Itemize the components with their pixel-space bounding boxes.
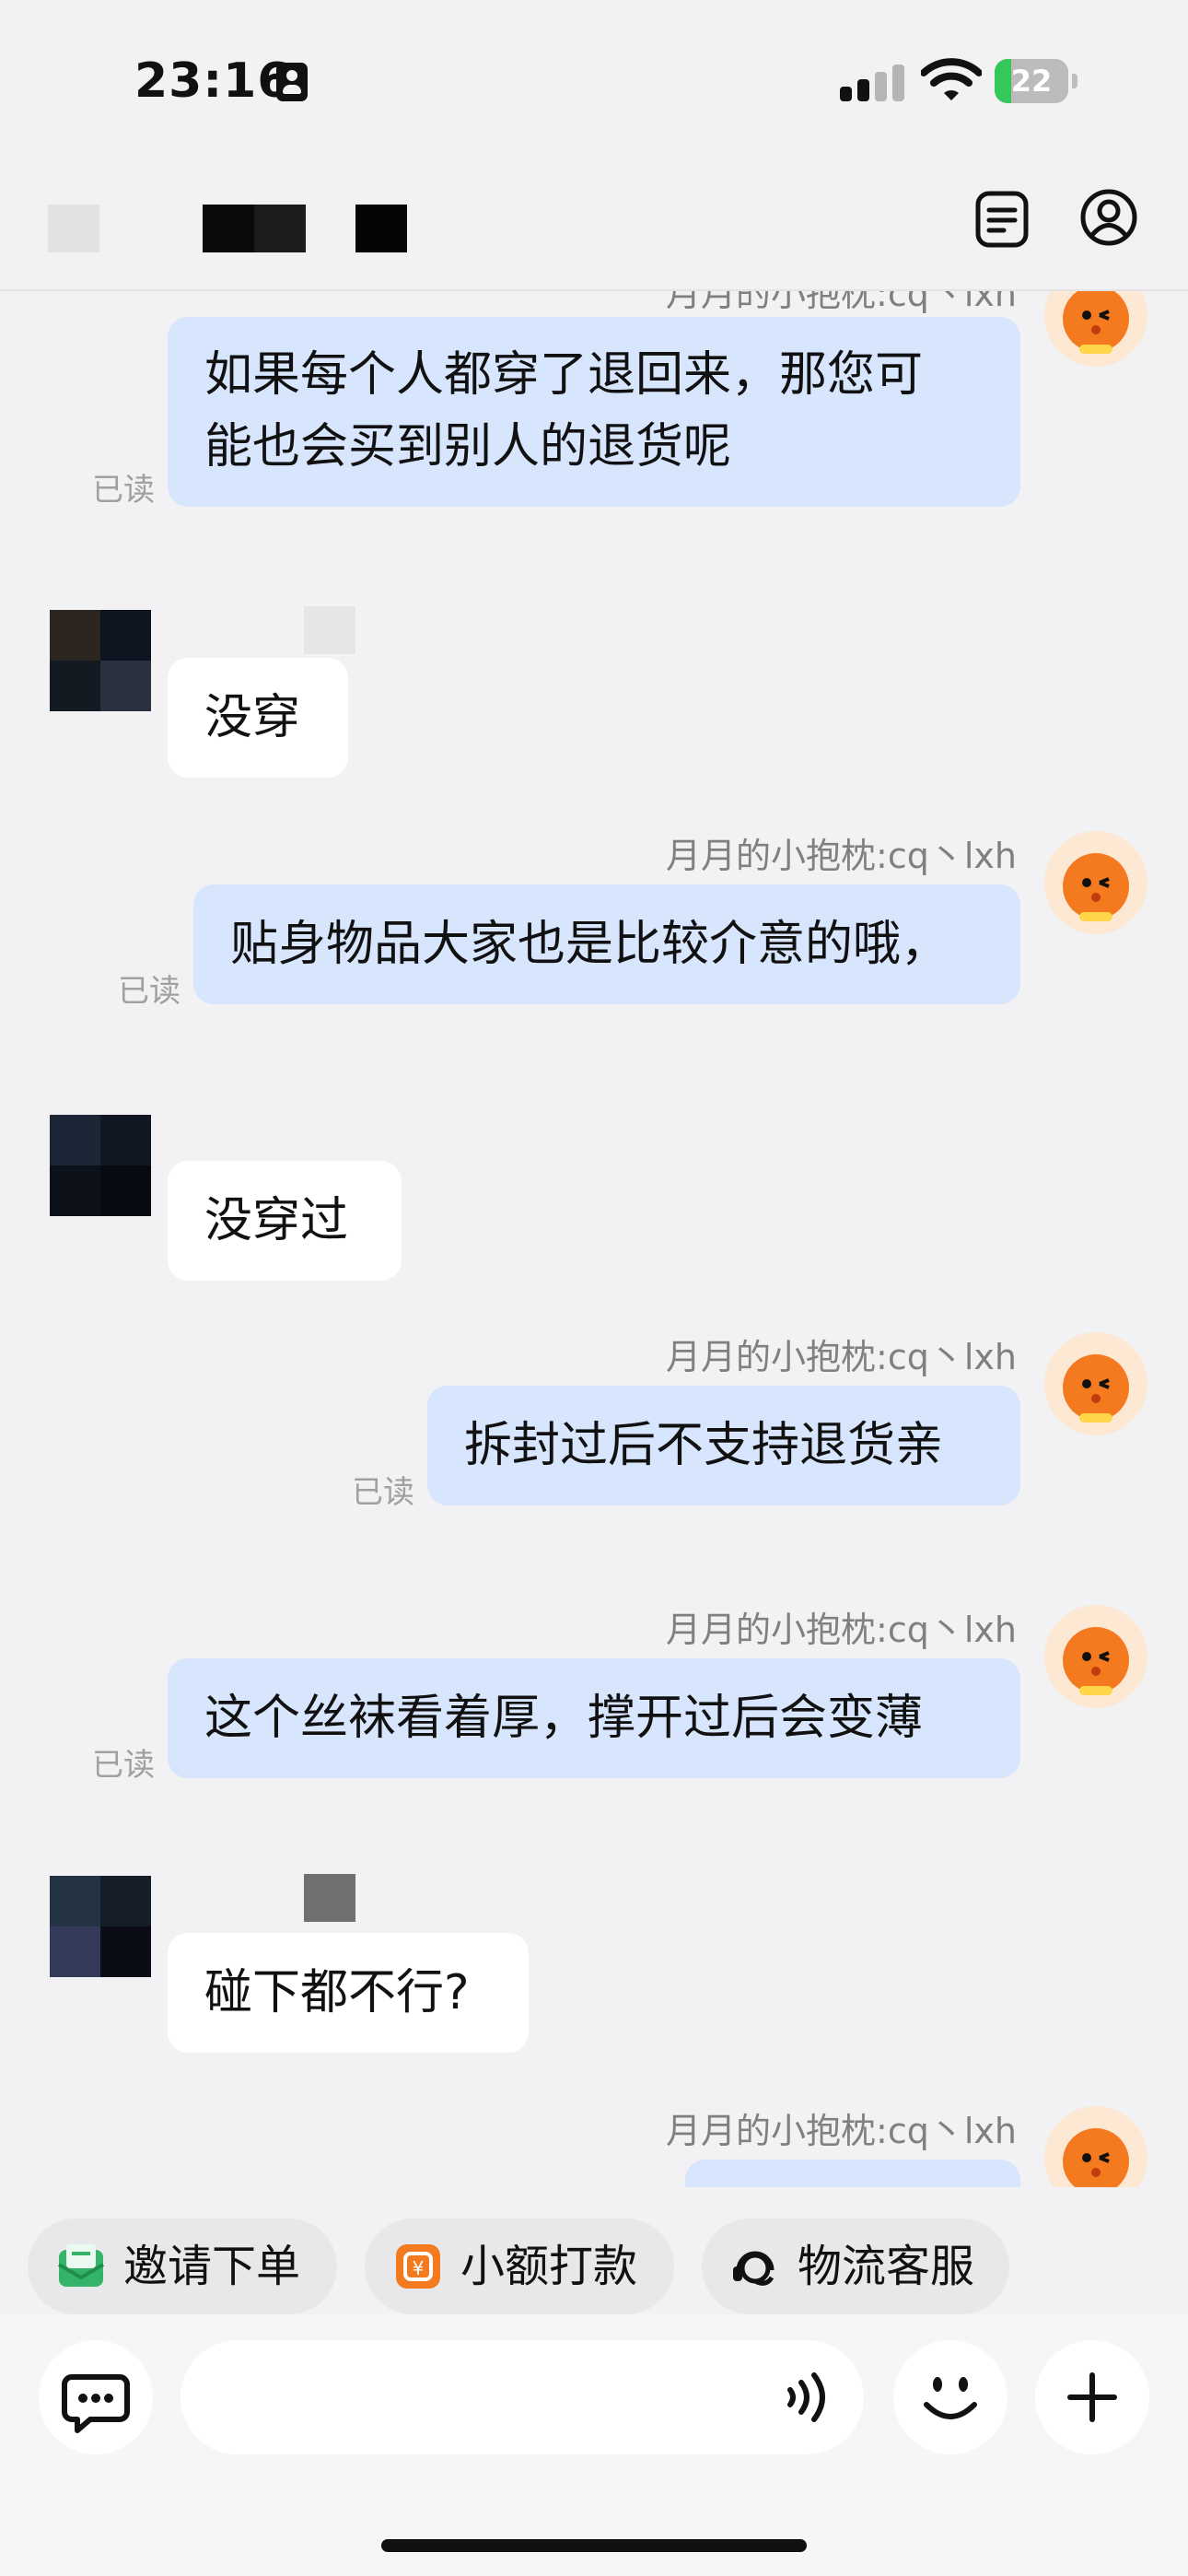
sender-name: 月月的小抱枕:cq丶lxh [666, 1610, 1017, 1650]
chip-label: 物流客服 [798, 2241, 975, 2292]
battery-percent: 22 [1010, 64, 1053, 99]
outgoing-message-bubble[interactable]: 如果每个人都穿了退回来，那您可 能也会买到别人的退货呢 [168, 317, 1020, 507]
robot-avatar[interactable] [1044, 2106, 1147, 2187]
chat-scroll-area[interactable]: 月月的小抱枕:cq丶lxh 如果每个人都穿了退回来，那您可 能也会买到别人的退货… [0, 291, 1188, 2187]
emoji-button[interactable] [893, 2340, 1007, 2454]
read-status: 已读 [118, 973, 181, 1010]
robot-avatar[interactable] [1044, 1605, 1147, 1708]
customer-avatar[interactable] [50, 610, 151, 711]
chip-label: 小额打款 [460, 2241, 638, 2292]
voice-icon[interactable] [781, 2370, 836, 2425]
quick-reply-icon [62, 2374, 130, 2433]
message-text: 这个丝袜看着厚，撑开过后会变薄 [204, 1691, 924, 1746]
message-text: 没穿 [204, 690, 301, 745]
wifi-icon [921, 58, 982, 100]
message-text: 贴身物品大家也是比较介意的哦， [230, 917, 949, 972]
message-text-line: 如果每个人都穿了退回来，那您可 [204, 347, 924, 403]
battery-indicator: 22 [995, 59, 1079, 103]
sender-name: 月月的小抱枕:cq丶lxh [666, 1337, 1017, 1377]
incoming-message-bubble[interactable]: 没穿 [168, 658, 348, 778]
customer-avatar[interactable] [50, 1115, 151, 1216]
chat-title-redacted [48, 201, 416, 256]
sender-name: 月月的小抱枕:cq丶lxh [666, 291, 1017, 314]
redacted-nickname [304, 1874, 355, 1922]
cellular-signal-icon [840, 63, 906, 101]
invite-order-icon [57, 2244, 105, 2287]
logistics-service-icon [733, 2251, 775, 2286]
message-text: 没穿过 [204, 1193, 349, 1248]
svg-text:¥: ¥ [413, 2257, 425, 2279]
outgoing-message-bubble[interactable]: 贴身物品大家也是比较介意的哦， [193, 884, 1020, 1004]
read-status: 已读 [92, 1747, 155, 1784]
outgoing-message-bubble[interactable] [685, 2160, 1020, 2187]
message-text: 碰下都不行? [204, 1965, 470, 2020]
invite-order-button[interactable]: 邀请下单 [28, 2219, 337, 2314]
robot-avatar[interactable] [1044, 1332, 1147, 1435]
incoming-message-bubble[interactable]: 碰下都不行? [168, 1933, 529, 2053]
logistics-service-button[interactable]: 物流客服 [702, 2219, 1009, 2314]
home-indicator [381, 2539, 807, 2552]
outgoing-message-bubble[interactable]: 拆封过后不支持退货亲 [427, 1386, 1020, 1505]
sender-name: 月月的小抱枕:cq丶lxh [666, 836, 1017, 876]
robot-avatar[interactable] [1044, 831, 1147, 934]
status-time: 23:16 [134, 53, 292, 109]
customer-avatar[interactable] [50, 1876, 151, 1977]
plus-icon [1067, 2372, 1117, 2422]
emoji-icon [924, 2377, 977, 2419]
small-payment-button[interactable]: ¥ 小额打款 [365, 2219, 674, 2314]
incoming-message-bubble[interactable]: 没穿过 [168, 1161, 402, 1281]
chip-label: 邀请下单 [123, 2241, 301, 2292]
small-payment-icon: ¥ [396, 2244, 440, 2289]
sender-name: 月月的小抱枕:cq丶lxh [666, 2111, 1017, 2151]
read-status: 已读 [352, 1474, 414, 1511]
outgoing-message-bubble[interactable]: 这个丝袜看着厚，撑开过后会变薄 [168, 1658, 1020, 1778]
more-actions-button[interactable] [1035, 2340, 1149, 2454]
redacted-nickname [304, 606, 355, 654]
message-text: 拆封过后不支持退货亲 [464, 1418, 944, 1473]
contact-card-icon [276, 63, 308, 101]
read-status: 已读 [92, 472, 155, 509]
profile-icon[interactable] [1079, 188, 1138, 247]
order-list-icon[interactable] [973, 190, 1031, 249]
quick-reply-button[interactable] [39, 2340, 153, 2454]
robot-avatar[interactable] [1044, 291, 1147, 367]
message-input[interactable] [181, 2340, 864, 2454]
message-text-line: 能也会买到别人的退货呢 [204, 419, 732, 474]
